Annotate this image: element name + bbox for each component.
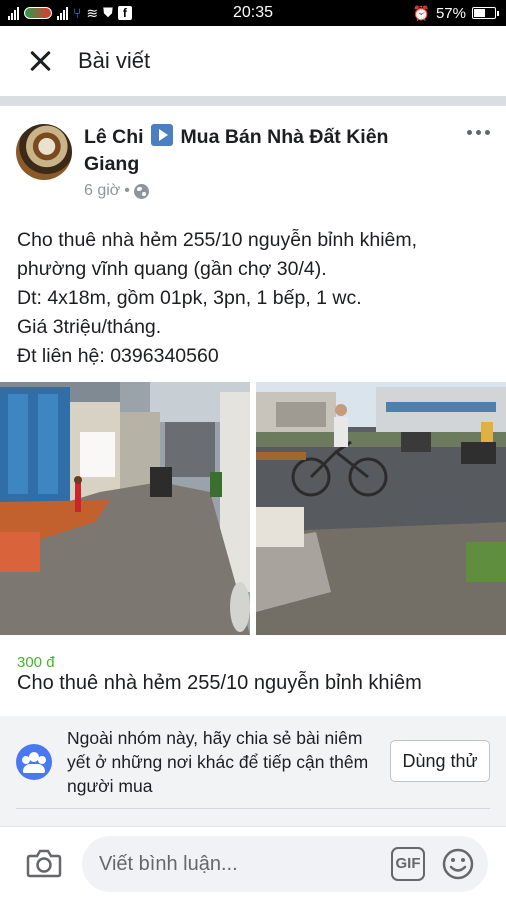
post-header: Lê Chi Mua Bán Nhà Đất Kiên Giang 6 giờ … (16, 120, 490, 210)
post-photos (0, 382, 506, 635)
emoji-icon[interactable] (441, 847, 475, 881)
meta-separator: • (124, 182, 130, 199)
app-header: Bài viết (0, 26, 506, 96)
listing-title: Cho thuê nhà hẻm 255/10 nguyễn bỉnh khiê… (17, 672, 422, 694)
camera-icon[interactable] (26, 848, 62, 878)
battery-icon (472, 7, 499, 19)
post-text-line: phường vĩnh quang (gần chợ 30/4). (17, 258, 327, 280)
post-author-line: Lê Chi Mua Bán Nhà Đất Kiên Giang (84, 124, 440, 178)
status-right-icons: ⏰ 57% (412, 4, 499, 22)
post-time[interactable]: 6 giờ (84, 182, 120, 200)
post-text-line: Giá 3triệu/tháng. (17, 316, 162, 338)
photo-alley[interactable] (0, 382, 250, 635)
post-text-line: Cho thuê nhà hẻm 255/10 nguyễn bỉnh khiê… (17, 229, 418, 251)
comment-bar: GIF (0, 826, 506, 900)
try-button[interactable]: Dùng thử (390, 740, 490, 782)
comment-input[interactable] (82, 836, 488, 892)
header-divider (0, 96, 506, 106)
group-icon (16, 744, 52, 780)
author-name[interactable]: Lê Chi (84, 126, 144, 148)
post-text-line: Đt liên hệ: 0396340560 (17, 345, 219, 367)
alarm-icon: ⏰ (412, 4, 430, 21)
photo-street[interactable] (256, 382, 506, 635)
gif-button[interactable]: GIF (391, 847, 425, 881)
status-bar: ⑂ ≋ ⛊ f 20:35 ⏰ 57% (0, 0, 506, 26)
post-text-line: Dt: 4x18m, gồm 01pk, 3pn, 1 bếp, 1 wc. (17, 287, 362, 309)
post-meta: 6 giờ • (84, 182, 149, 200)
battery-level (474, 9, 485, 17)
globe-icon (133, 183, 149, 199)
suggestion-divider (16, 808, 490, 809)
avatar[interactable] (16, 124, 72, 180)
alley-illustration (0, 382, 250, 635)
close-icon[interactable] (21, 42, 59, 80)
battery-percent: 57% (435, 4, 466, 22)
share-suggestion-panel: Ngoài nhóm này, hãy chia sẻ bài niêm yết… (0, 716, 506, 826)
page-title: Bài viết (78, 48, 151, 73)
post-body: Cho thuê nhà hẻm 255/10 nguyễn bỉnh khiê… (17, 226, 496, 371)
arrow-right-icon (151, 124, 174, 146)
more-icon[interactable] (467, 130, 490, 135)
suggestion-text: Ngoài nhóm này, hãy chia sẻ bài niêm yết… (67, 728, 369, 796)
listing-price: 300 đ (17, 654, 55, 671)
street-illustration (256, 382, 506, 635)
